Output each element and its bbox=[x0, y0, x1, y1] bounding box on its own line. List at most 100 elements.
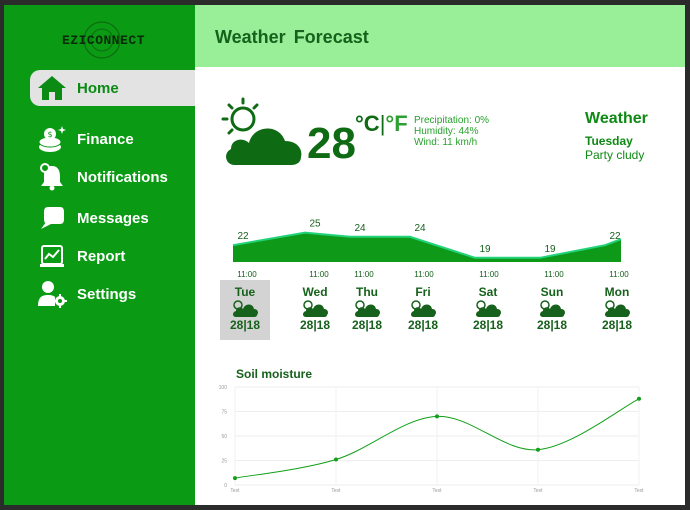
user-gear-icon bbox=[36, 279, 68, 309]
day-temp: 28|18 bbox=[601, 318, 633, 332]
report-icon bbox=[36, 241, 68, 271]
soil-data-point bbox=[536, 447, 540, 452]
daily-forecast: Tue 28|18 Wed 28|18 Thu 28|18 Fri 28|18 Sat 28|18… bbox=[195, 280, 685, 340]
current-temperature: 28 bbox=[307, 119, 356, 168]
summary-title: Weather bbox=[585, 110, 648, 127]
sidebar-item-label: Messages bbox=[77, 209, 149, 227]
soil-data-point bbox=[334, 457, 338, 462]
app-window: EZICONNECT Home $ Finance Notifications … bbox=[4, 5, 685, 505]
sidebar-item-label: Settings bbox=[77, 285, 137, 303]
y-tick-label: 0 bbox=[224, 483, 227, 489]
unit-fahrenheit[interactable]: °F bbox=[385, 111, 407, 136]
main-content: 28 °C|°F Precipitation: 0% Humidity: 44%… bbox=[195, 67, 685, 505]
day-name: Sat bbox=[478, 285, 498, 299]
time-label: 11:00 bbox=[237, 270, 257, 279]
temperature-label: 22 bbox=[237, 231, 249, 242]
day-temp: 28|18 bbox=[472, 318, 504, 332]
wind-text: Wind: 11 km/h bbox=[414, 137, 478, 148]
y-tick-label: 75 bbox=[221, 410, 227, 416]
soil-data-point bbox=[637, 396, 641, 401]
x-tick-label: Text bbox=[533, 488, 543, 494]
day-temp: 28|18 bbox=[536, 318, 568, 332]
temperature-label: 25 bbox=[309, 219, 321, 230]
temperature-label: 24 bbox=[414, 223, 426, 234]
temperature-label: 19 bbox=[544, 244, 556, 255]
summary-day: Tuesday bbox=[585, 134, 633, 148]
day-name: Mon bbox=[604, 285, 630, 299]
soil-chart-title: Soil moisture bbox=[236, 367, 313, 381]
day-name: Fri bbox=[415, 285, 431, 299]
time-label: 11:00 bbox=[609, 270, 629, 279]
time-label: 11:00 bbox=[544, 270, 564, 279]
home-icon bbox=[36, 73, 68, 103]
sidebar-item-messages[interactable]: Messages bbox=[30, 200, 195, 236]
day-card-sat[interactable]: Sat 28|18 bbox=[463, 280, 513, 340]
sidebar-item-notifications[interactable]: Notifications bbox=[30, 159, 195, 195]
logo-text: EZICONNECT bbox=[62, 33, 146, 48]
day-card-wed[interactable]: Wed 28|18 bbox=[290, 280, 340, 340]
day-name: Sun bbox=[540, 285, 564, 299]
sidebar: EZICONNECT Home $ Finance Notifications … bbox=[4, 5, 195, 505]
day-temp: 28|18 bbox=[351, 318, 383, 332]
x-tick-label: Text bbox=[230, 488, 240, 494]
day-temp: 28|18 bbox=[229, 318, 261, 332]
day-name: Wed bbox=[302, 285, 328, 299]
x-tick-label: Text bbox=[432, 488, 442, 494]
day-card-tue[interactable]: Tue 28|18 bbox=[220, 280, 270, 340]
sidebar-item-finance[interactable]: $ Finance bbox=[30, 121, 195, 157]
logo: EZICONNECT bbox=[50, 20, 150, 60]
temperature-label: 22 bbox=[609, 231, 621, 242]
header-bar: Weather Forecast bbox=[195, 5, 685, 67]
time-label: 11:00 bbox=[354, 270, 374, 279]
y-tick-label: 25 bbox=[221, 459, 227, 465]
sidebar-item-report[interactable]: Report bbox=[30, 238, 195, 274]
hourly-temperature-chart: 22 25 24 24 19 19 22 11:00 11:00 11:00 11:00 11:00… bbox=[232, 219, 629, 279]
sidebar-item-label: Home bbox=[77, 79, 119, 97]
sidebar-item-home[interactable]: Home bbox=[30, 70, 195, 106]
day-card-sun[interactable]: Sun 28|18 bbox=[527, 280, 577, 340]
day-temp: 28|18 bbox=[299, 318, 331, 332]
svg-text:$: $ bbox=[47, 130, 52, 139]
day-name: Thu bbox=[356, 285, 378, 299]
page-title: Weather Forecast bbox=[215, 27, 369, 47]
day-card-fri[interactable]: Fri 28|18 bbox=[398, 280, 448, 340]
day-card-mon[interactable]: Mon 28|18 bbox=[592, 280, 642, 340]
sidebar-item-label: Finance bbox=[77, 130, 134, 148]
weather-summary: Weather Tuesday Party cludy bbox=[585, 110, 648, 162]
partly-cloudy-icon bbox=[527, 299, 577, 318]
sidebar-item-settings[interactable]: Settings bbox=[30, 276, 195, 312]
precipitation-text: Precipitation: 0% bbox=[414, 115, 490, 126]
chat-icon bbox=[36, 203, 68, 233]
partly-cloudy-icon bbox=[592, 299, 642, 318]
unit-toggle: °C|°F bbox=[355, 111, 408, 137]
summary-description: Party cludy bbox=[585, 148, 645, 162]
sidebar-item-label: Notifications bbox=[77, 168, 168, 186]
partly-cloudy-icon bbox=[398, 299, 448, 318]
time-label: 11:00 bbox=[479, 270, 499, 279]
partly-cloudy-icon bbox=[463, 299, 513, 318]
unit-celsius[interactable]: °C bbox=[355, 111, 380, 136]
temperature-area bbox=[233, 232, 621, 262]
partly-cloudy-icon bbox=[290, 299, 340, 318]
y-tick-label: 100 bbox=[219, 385, 228, 391]
x-tick-label: Text bbox=[634, 488, 644, 494]
partly-cloudy-icon bbox=[342, 299, 392, 318]
coins-icon: $ bbox=[36, 124, 68, 154]
temperature-label: 24 bbox=[354, 223, 366, 234]
soil-data-point bbox=[233, 476, 237, 481]
y-tick-label: 50 bbox=[221, 434, 227, 440]
day-name: Tue bbox=[234, 285, 256, 299]
time-label: 11:00 bbox=[309, 270, 329, 279]
temperature-label: 19 bbox=[479, 244, 491, 255]
day-temp: 28|18 bbox=[407, 318, 439, 332]
soil-moisture-chart: 0 25 50 75 100 Text Text Text Text Text bbox=[219, 385, 645, 494]
x-tick-label: Text bbox=[331, 488, 341, 494]
soil-data-point bbox=[435, 414, 439, 419]
day-card-thu[interactable]: Thu 28|18 bbox=[342, 280, 392, 340]
time-label: 11:00 bbox=[414, 270, 434, 279]
bell-icon bbox=[36, 162, 68, 192]
humidity-text: Humidity: 44% bbox=[414, 126, 479, 137]
partly-cloudy-icon bbox=[221, 97, 302, 165]
conditions: Precipitation: 0% Humidity: 44% Wind: 11… bbox=[414, 115, 489, 148]
sidebar-item-label: Report bbox=[77, 247, 126, 265]
